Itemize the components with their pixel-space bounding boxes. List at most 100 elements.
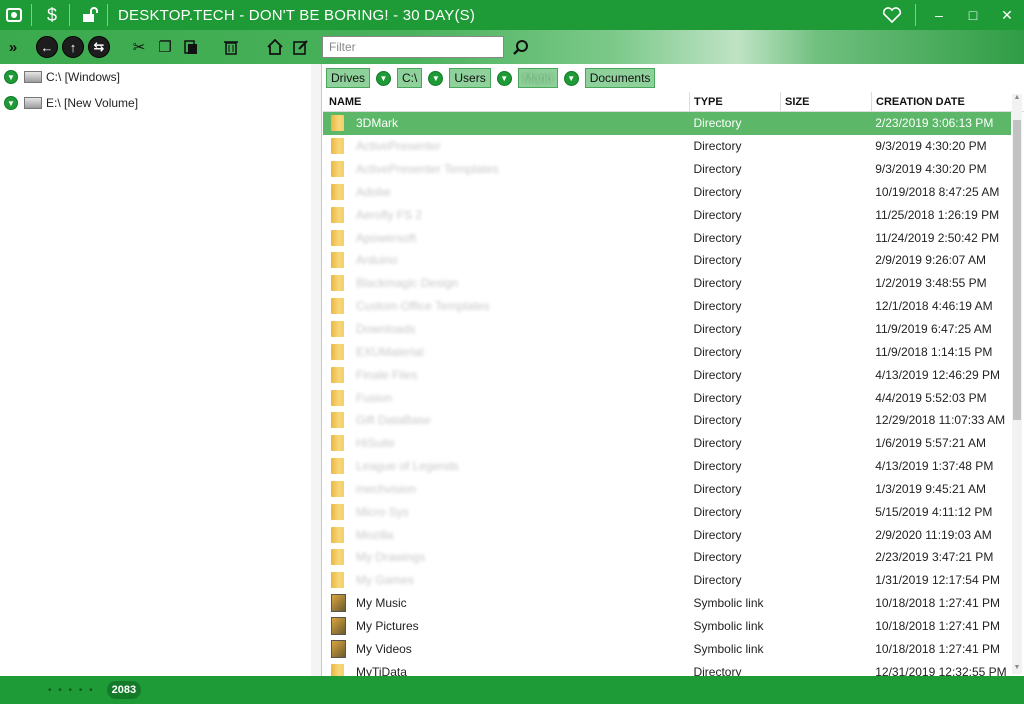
folder-icon xyxy=(331,321,344,338)
file-row[interactable]: My Games Directory 1/31/2019 12:17:54 PM xyxy=(323,569,1011,592)
file-row[interactable]: Micro Sys Directory 5/15/2019 4:11:12 PM xyxy=(323,500,1011,523)
file-type: Directory xyxy=(693,276,742,291)
file-row[interactable]: EXUMaterial Directory 11/9/2018 1:14:15 PM xyxy=(323,340,1011,363)
file-row[interactable]: League of Legends Directory 4/13/2019 1:37… xyxy=(323,455,1011,478)
file-name-cell: mechvision xyxy=(323,480,689,497)
scroll-down-icon[interactable]: ▼ xyxy=(1012,664,1022,674)
file-type: Directory xyxy=(693,184,742,199)
file-type: Directory xyxy=(693,230,742,245)
edit-icon[interactable] xyxy=(290,36,312,58)
delete-icon[interactable] xyxy=(220,36,242,58)
swap-panes-button[interactable]: ⇆ xyxy=(88,36,110,58)
expand-icon[interactable]: ▼ xyxy=(4,70,18,84)
file-row[interactable]: Apowersoft Directory 11/24/2019 2:50:42 PM xyxy=(323,226,1011,249)
up-button[interactable]: ↑ xyxy=(62,36,84,58)
tree-scrollbar[interactable] xyxy=(311,64,321,676)
crumb-documents[interactable]: Documents xyxy=(584,68,656,88)
file-name-cell: My Music xyxy=(323,594,689,613)
file-name: My Pictures xyxy=(356,618,419,633)
file-name-cell: ActivePresenter xyxy=(323,138,689,155)
unlock-icon[interactable] xyxy=(79,4,101,26)
app-logo-icon[interactable] xyxy=(3,4,25,26)
drive-icon xyxy=(24,71,42,83)
file-row[interactable]: HiSuite Directory 1/6/2019 5:57:21 AM xyxy=(323,432,1011,455)
folder-icon xyxy=(331,412,344,429)
crumb-arrow-icon[interactable]: ▼ xyxy=(496,70,512,86)
tree-item-e-drive[interactable]: ▼ E:\ [New Volume] xyxy=(0,90,321,116)
cut-icon[interactable]: ✂ xyxy=(128,36,150,58)
file-row[interactable]: My Pictures Symbolic link 10/18/2018 1:27:… xyxy=(323,615,1011,638)
crumb-drives[interactable]: Drives xyxy=(326,68,371,88)
heart-icon[interactable] xyxy=(875,0,909,30)
column-header-type[interactable]: TYPE xyxy=(690,92,781,111)
crumb-arrow-icon[interactable]: ▼ xyxy=(428,70,444,86)
crumb-users[interactable]: Users xyxy=(449,68,491,88)
close-button[interactable]: ✕ xyxy=(990,0,1024,30)
file-row[interactable]: MyTiData Directory 12/31/2019 12:32:55 PM xyxy=(323,660,1011,676)
folder-icon xyxy=(331,343,344,360)
home-icon[interactable] xyxy=(264,36,286,58)
file-type: Symbolic link xyxy=(693,596,764,611)
file-row[interactable]: ActivePresenter Directory 9/3/2019 4:30:20… xyxy=(323,135,1011,158)
file-row[interactable]: Aerofly FS 2 Directory 11/25/2018 1:26:19 … xyxy=(323,203,1011,226)
file-row[interactable]: ActivePresenter Templates Directory 9/3/20… xyxy=(323,158,1011,181)
item-count-badge: 2083 xyxy=(106,681,142,699)
file-row[interactable]: Mozilla Directory 2/9/2020 11:19:03 AM xyxy=(323,523,1011,546)
maximize-button[interactable]: □ xyxy=(956,0,990,30)
file-name: Apowersoft xyxy=(356,230,417,245)
file-row[interactable]: My Drawings Directory 2/23/2019 3:47:21 PM xyxy=(323,546,1011,569)
tree-item-c-drive[interactable]: ▼ C:\ [Windows] xyxy=(0,64,321,90)
filter-input[interactable] xyxy=(322,36,504,58)
file-row[interactable]: Finale Files Directory 4/13/2019 12:46:29 … xyxy=(323,363,1011,386)
file-type: Symbolic link xyxy=(693,641,764,656)
column-header-name[interactable]: NAME xyxy=(323,92,690,111)
file-name: Custom Office Templates xyxy=(356,299,490,314)
file-date: 1/31/2019 12:17:54 PM xyxy=(875,573,1000,588)
minimize-button[interactable]: – xyxy=(922,0,956,30)
crumb-user[interactable]: Mario xyxy=(517,68,558,88)
dollar-icon[interactable]: $ xyxy=(41,4,63,26)
file-row[interactable]: mechvision Directory 1/3/2019 9:45:21 AM xyxy=(323,478,1011,501)
title-separator xyxy=(69,4,70,26)
scroll-up-icon[interactable]: ▲ xyxy=(1012,94,1022,104)
file-date: 10/19/2018 8:47:25 AM xyxy=(875,184,1000,199)
file-row[interactable]: My Videos Symbolic link 10/18/2018 1:27:41… xyxy=(323,637,1011,660)
file-name-cell: Downloads xyxy=(323,321,689,338)
scroll-thumb[interactable] xyxy=(1013,120,1021,420)
file-type: Directory xyxy=(693,459,742,474)
file-row[interactable]: 3DMark Directory 2/23/2019 3:06:13 PM xyxy=(323,112,1011,135)
crumb-arrow-icon[interactable]: ▼ xyxy=(563,70,579,86)
paste-icon[interactable] xyxy=(180,36,202,58)
file-date: 2/9/2020 11:19:03 AM xyxy=(875,527,992,542)
file-name-cell: My Pictures xyxy=(323,616,689,635)
file-name-cell: Arduino xyxy=(323,252,689,269)
file-list-scrollbar[interactable]: ▲ ▼ xyxy=(1012,94,1022,674)
search-icon[interactable] xyxy=(510,36,532,58)
folder-icon xyxy=(331,206,344,223)
file-row[interactable]: Blackmagic Design Directory 1/2/2019 3:48:… xyxy=(323,272,1011,295)
file-name: My Games xyxy=(356,573,415,588)
crumb-arrow-icon[interactable]: ▼ xyxy=(376,70,392,86)
column-header-date[interactable]: CREATION DATE xyxy=(872,92,1012,111)
copy-icon[interactable]: ❐ xyxy=(154,36,176,58)
file-row[interactable]: Downloads Directory 11/9/2019 6:47:25 AM xyxy=(323,318,1011,341)
file-row[interactable]: Gift DataBase Directory 12/29/2018 11:07:3… xyxy=(323,409,1011,432)
file-name: Micro Sys xyxy=(356,504,409,519)
back-button[interactable]: ← xyxy=(36,36,58,58)
file-row[interactable]: My Music Symbolic link 10/18/2018 1:27:41 … xyxy=(323,592,1011,615)
crumb-c-drive[interactable]: C:\ xyxy=(397,68,423,88)
file-row[interactable]: Custom Office Templates Directory 12/1/201… xyxy=(323,295,1011,318)
expand-panel-icon[interactable]: » xyxy=(2,36,24,58)
file-row[interactable]: Fusion Directory 4/4/2019 5:52:03 PM xyxy=(323,386,1011,409)
file-row[interactable]: Adobe Directory 10/19/2018 8:47:25 AM xyxy=(323,181,1011,204)
folder-icon xyxy=(331,252,344,269)
column-header-size[interactable]: SIZE xyxy=(781,92,872,111)
file-date: 11/9/2019 6:47:25 AM xyxy=(875,322,992,337)
expand-icon[interactable]: ▼ xyxy=(4,96,18,110)
symlink-icon xyxy=(331,616,346,635)
file-row[interactable]: Arduino Directory 2/9/2019 9:26:07 AM xyxy=(323,249,1011,272)
file-type: Directory xyxy=(693,322,742,337)
file-name: Arduino xyxy=(356,253,398,268)
file-date: 12/1/2018 4:46:19 AM xyxy=(875,299,993,314)
tree-item-label: C:\ [Windows] xyxy=(46,70,121,84)
